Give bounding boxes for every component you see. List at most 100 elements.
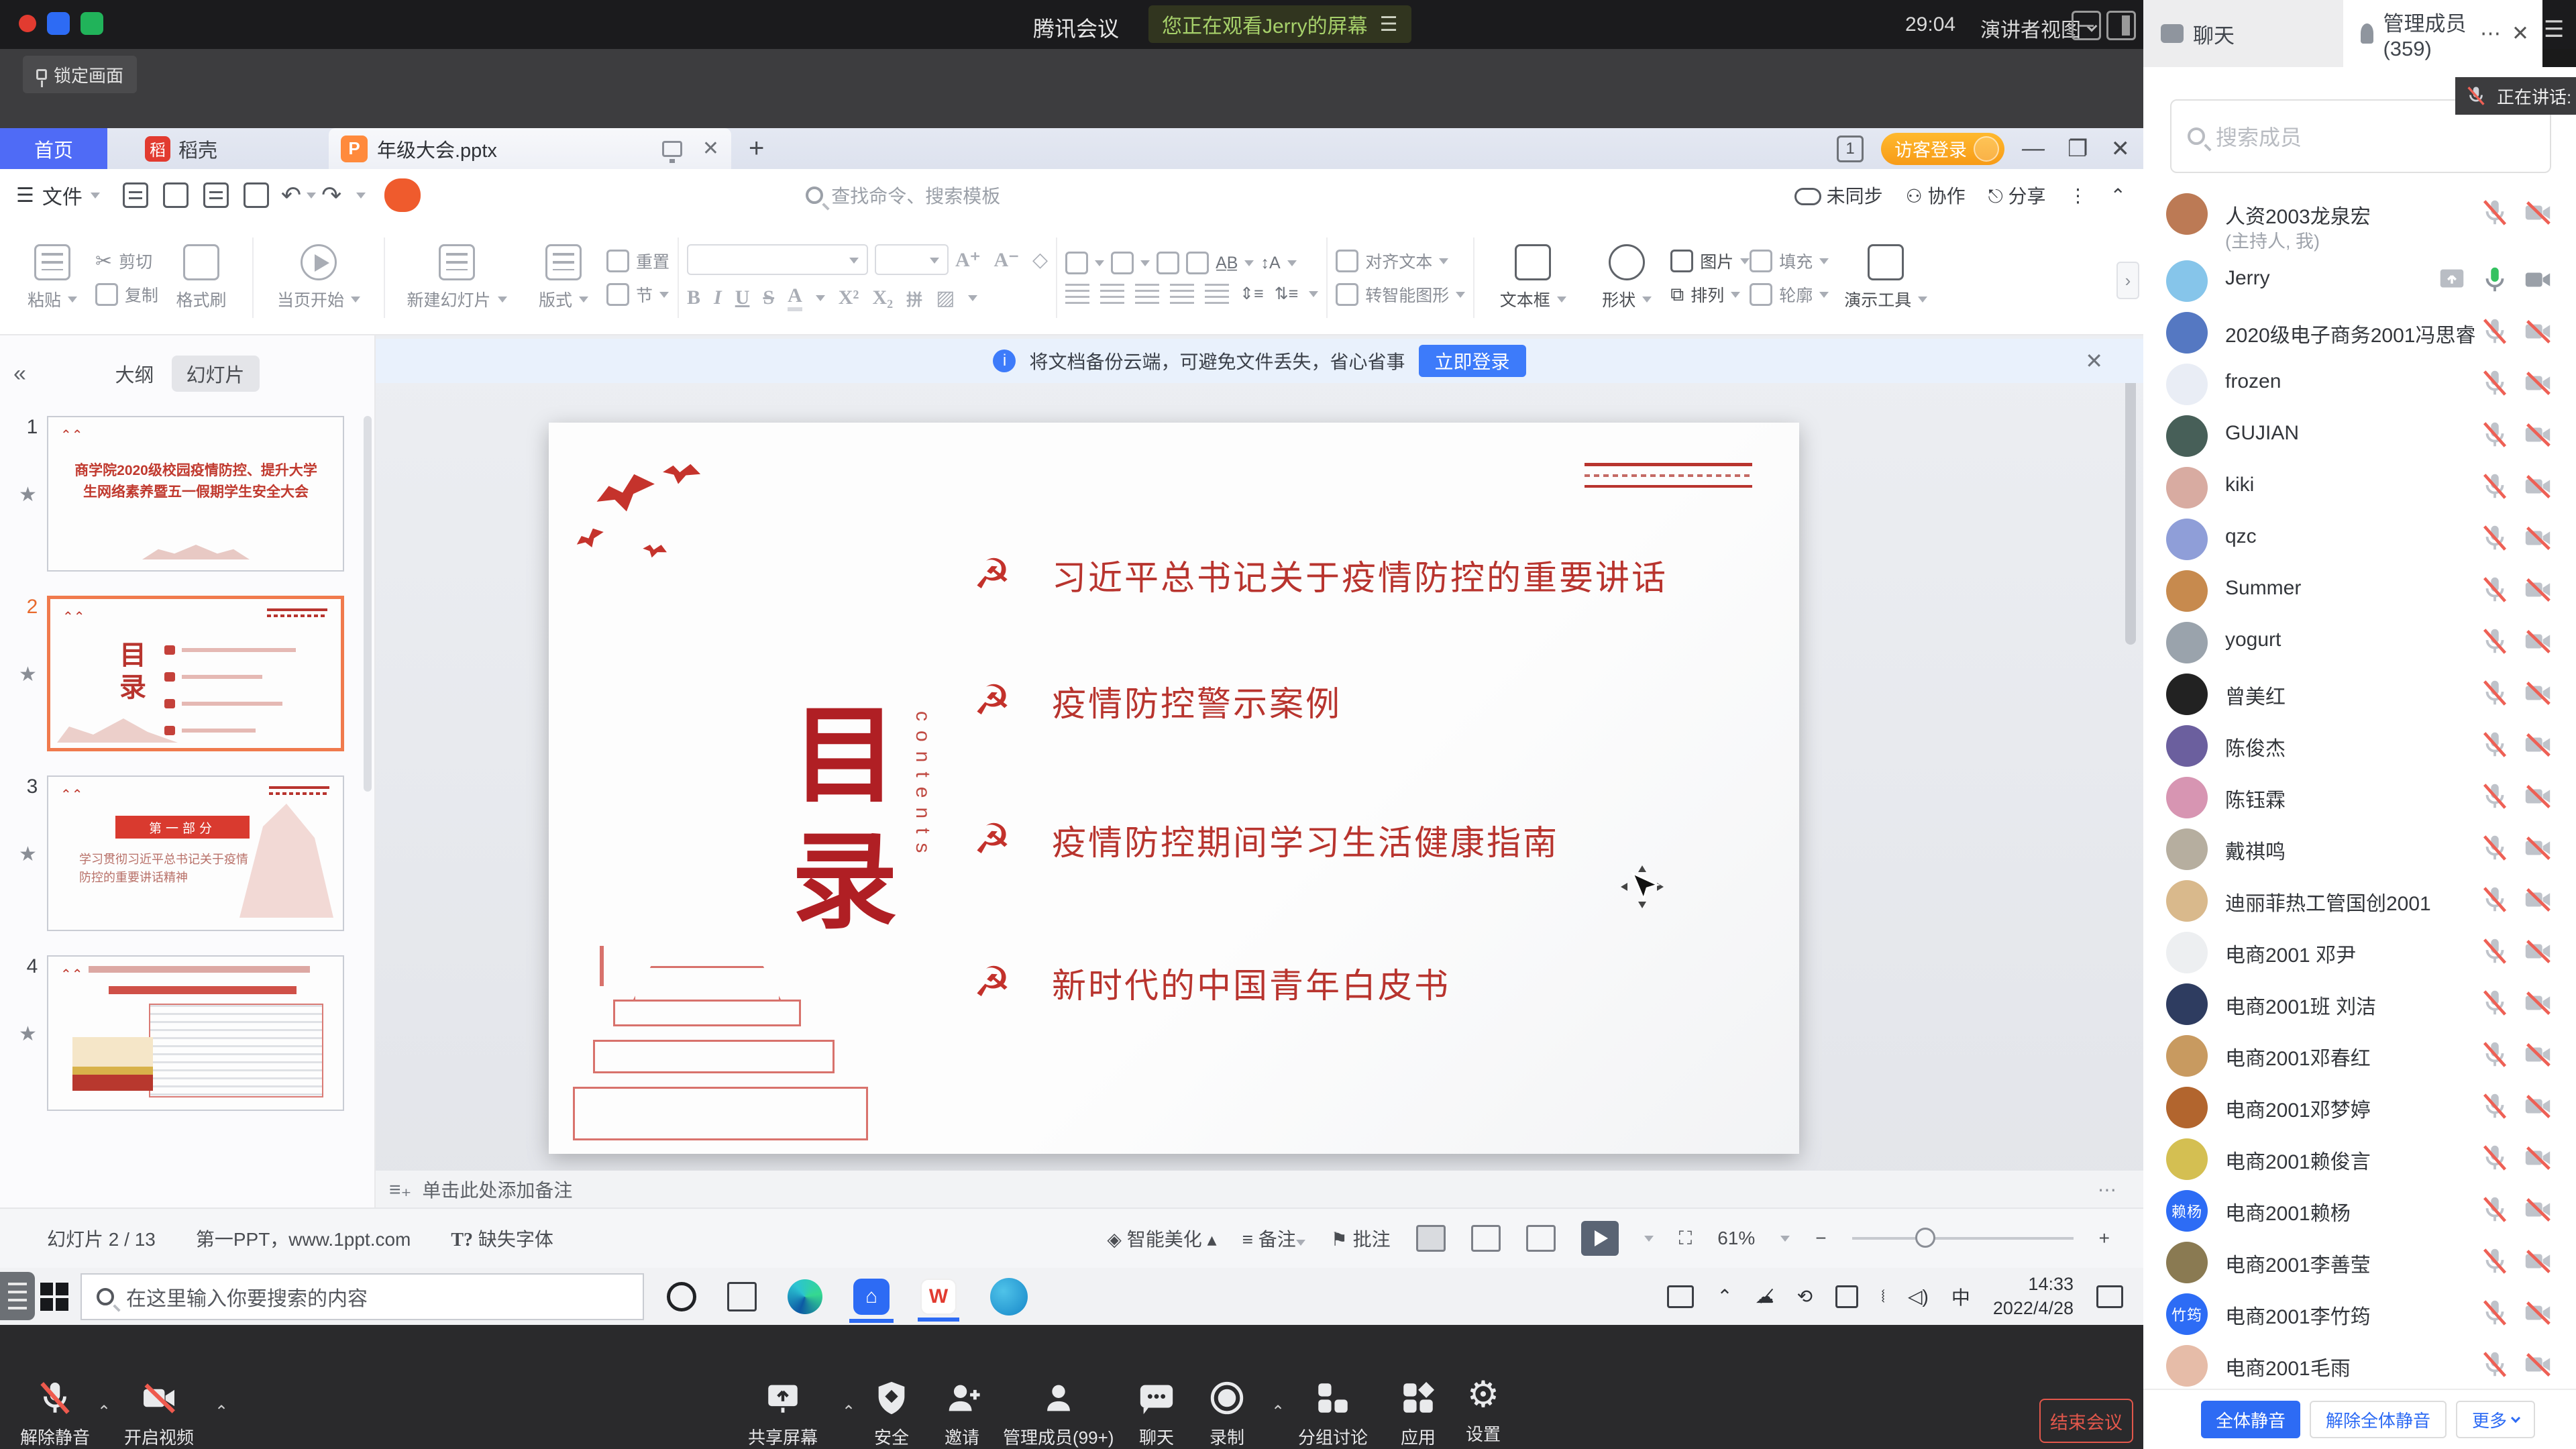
taskbar-clock[interactable]: 14:332022/4/28 <box>1993 1273 2074 1320</box>
ime-indicator[interactable]: 中 <box>1951 1283 1970 1310</box>
camera-icon[interactable] <box>2522 197 2553 231</box>
topbar-menu-icon[interactable]: ☰ <box>2544 16 2564 43</box>
camera-icon[interactable] <box>2522 884 2553 918</box>
more-commands-icon[interactable] <box>356 193 366 199</box>
record-options-chevron[interactable]: ⌃ <box>1271 1402 1285 1421</box>
member-row[interactable]: 人资2003龙泉宏 (主持人, 我) <box>2143 188 2576 255</box>
redo-icon[interactable]: ↷ <box>321 181 341 209</box>
end-meeting-button[interactable]: 结束会议 <box>2039 1399 2133 1443</box>
invite-button[interactable]: 邀请 <box>943 1379 981 1449</box>
align-center-button[interactable] <box>1100 284 1124 304</box>
login-now-button[interactable]: 立即登录 <box>1419 345 1526 377</box>
underline-button[interactable]: U <box>735 286 750 309</box>
member-row[interactable]: 电商2001毛雨 <box>2143 1340 2576 1389</box>
mic-icon[interactable] <box>2479 1194 2510 1228</box>
member-row[interactable]: 曾美红 <box>2143 668 2576 720</box>
present-tools-button[interactable]: 演示工具 <box>1829 244 1943 311</box>
mic-icon[interactable] <box>2479 523 2510 557</box>
decrease-indent-button[interactable] <box>1157 252 1179 274</box>
wifi-icon[interactable]: ⧙ <box>1881 1285 1885 1307</box>
member-row[interactable]: 赖杨 电商2001赖杨 <box>2143 1185 2576 1236</box>
print-icon[interactable] <box>203 182 229 208</box>
camera-icon[interactable] <box>2522 1039 2553 1073</box>
more-menu-icon[interactable]: ⋮ <box>2069 184 2088 207</box>
camera-icon[interactable] <box>2522 729 2553 763</box>
section-button[interactable]: 节 <box>606 282 669 307</box>
badge-menu-icon[interactable]: ☰ <box>1380 13 1398 36</box>
increase-indent-button[interactable] <box>1186 252 1209 274</box>
toc-item-1[interactable]: ☭习近平总书记关于疫情防控的重要讲话 <box>970 550 1668 600</box>
member-row[interactable]: 戴祺鸣 <box>2143 823 2576 875</box>
close-banner-icon[interactable]: ✕ <box>2085 348 2103 374</box>
member-row[interactable]: Jerry <box>2143 255 2576 307</box>
italic-button[interactable]: I <box>714 286 722 309</box>
camera-icon[interactable] <box>2522 523 2553 557</box>
camera-icon[interactable] <box>2522 626 2553 660</box>
missing-font-status[interactable]: T? 缺失字体 <box>451 1225 553 1252</box>
align-left-button[interactable] <box>1065 284 1089 304</box>
mic-icon[interactable] <box>2479 678 2510 712</box>
transition-star-icon[interactable]: ★ <box>19 843 37 866</box>
chat-button[interactable]: 聊天 <box>1137 1379 1176 1449</box>
increase-font-icon[interactable]: A⁺ <box>955 248 981 272</box>
mic-icon[interactable] <box>2479 574 2510 608</box>
member-row[interactable]: 电商2001 邓尹 <box>2143 926 2576 978</box>
share-button[interactable]: ⎋ 分享 <box>1988 182 2046 209</box>
mic-icon[interactable] <box>2479 987 2510 1022</box>
sync-tray-icon[interactable]: ⟲ <box>1797 1285 1813 1307</box>
reading-view-button[interactable] <box>1526 1225 1556 1252</box>
shapes-button[interactable]: 形状 <box>1583 244 1670 311</box>
mic-icon[interactable] <box>2479 936 2510 970</box>
login-button[interactable]: 访客登录 <box>1881 133 2004 165</box>
layout-button[interactable]: 版式 <box>521 244 606 311</box>
slide-thumbnail[interactable]: 1 ★ ⌃⌃ 商学院2020级校园疫情防控、提升大学生网络素养暨五一假期学生安全… <box>17 416 344 572</box>
command-search[interactable]: 查找命令、搜索模板 <box>806 182 1000 209</box>
tab-home[interactable]: 首页 <box>0 128 107 169</box>
member-row[interactable]: 陈钰霖 <box>2143 771 2576 823</box>
zoom-slider[interactable] <box>1852 1237 2074 1240</box>
camera-icon[interactable] <box>2522 368 2553 402</box>
slide-canvas[interactable]: 目 录 contents ☭习近平总书记关于疫情防控的重要讲话 ☭疫情防控警示案… <box>376 335 2143 1299</box>
camera-icon[interactable] <box>2522 419 2553 453</box>
mic-icon[interactable] <box>2479 1039 2510 1073</box>
cut-button[interactable]: ✂剪切 <box>95 249 158 273</box>
mic-icon[interactable] <box>2479 626 2510 660</box>
find-icon[interactable] <box>244 182 269 208</box>
camera-icon[interactable] <box>2522 936 2553 970</box>
member-row[interactable]: 竹筠 电商2001李竹筠 <box>2143 1288 2576 1340</box>
camera-icon[interactable] <box>2522 471 2553 505</box>
reset-button[interactable]: 重置 <box>606 249 669 273</box>
fill-button[interactable]: 填充 <box>1750 249 1829 273</box>
tab-chat[interactable]: 聊天 <box>2143 0 2343 67</box>
breakout-button[interactable]: 分组讨论 <box>1298 1379 1368 1449</box>
transition-star-icon[interactable]: ★ <box>19 483 37 506</box>
sidebar-scrollbar[interactable] <box>364 416 372 792</box>
mic-icon[interactable] <box>2479 884 2510 918</box>
member-row[interactable]: 陈俊杰 <box>2143 720 2576 771</box>
mic-icon[interactable] <box>2479 1246 2510 1280</box>
undo-icon[interactable]: ↶ <box>281 181 301 209</box>
member-row[interactable]: 电商2001邓春红 <box>2143 1030 2576 1081</box>
unmute-all-button[interactable]: 解除全体静音 <box>2310 1401 2447 1438</box>
tab-docer[interactable]: 稻 稻壳 <box>107 128 255 169</box>
cortana-icon[interactable] <box>667 1282 696 1311</box>
slide-thumbnail[interactable]: 4 ★ ⌃⌃ <box>17 955 344 1111</box>
display-tray-icon[interactable] <box>1835 1285 1858 1308</box>
transition-star-icon[interactable]: ★ <box>19 663 37 686</box>
ribbon-expander[interactable]: › <box>2116 262 2139 299</box>
wps-taskbar-icon[interactable]: W <box>920 1279 957 1315</box>
manage-members-button[interactable]: 管理成员(99+) <box>1003 1379 1114 1449</box>
lock-screen-button[interactable]: 锁定画面 <box>23 56 137 93</box>
member-row[interactable]: GUJIAN <box>2143 410 2576 462</box>
camera-icon[interactable] <box>2522 1349 2553 1383</box>
close-document-icon[interactable]: ✕ <box>702 137 719 160</box>
layout-grid-icon[interactable] <box>2072 11 2101 40</box>
edge-icon[interactable] <box>788 1279 822 1314</box>
mute-all-button[interactable]: 全体静音 <box>2201 1401 2300 1438</box>
char-spacing-button[interactable]: A̲B̲ <box>1216 254 1238 273</box>
subscript-button[interactable]: X₂ <box>872 286 893 309</box>
member-list[interactable]: 人资2003龙泉宏 (主持人, 我) Jerry <box>2143 188 2576 1389</box>
slideshow-button[interactable] <box>1581 1221 1619 1256</box>
tab-document[interactable]: P 年级大会.pptx ✕ <box>329 128 731 169</box>
member-row[interactable]: 迪丽菲热工管国创2001 <box>2143 875 2576 926</box>
